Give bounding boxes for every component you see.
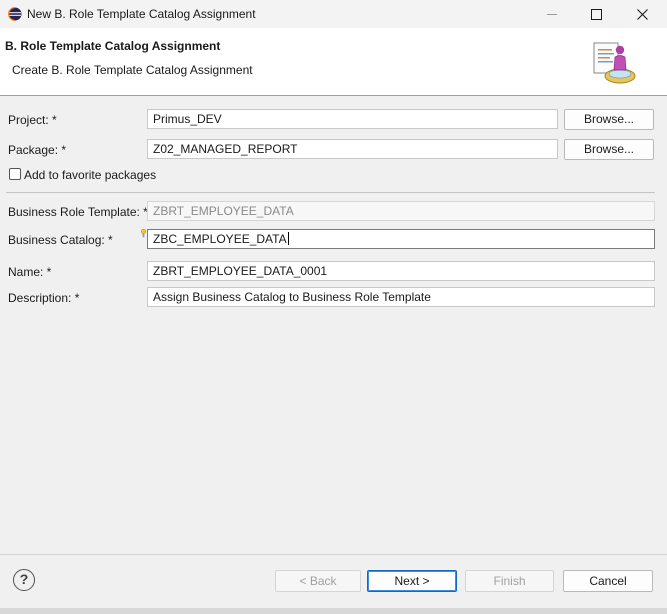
business-catalog-label: Business Catalog: *	[8, 233, 113, 247]
add-to-favorites-label[interactable]: Add to favorite packages	[24, 168, 156, 182]
minimize-button[interactable]	[529, 0, 575, 28]
role-template-field: ZBRT_EMPLOYEE_DATA	[147, 201, 655, 221]
text-cursor	[287, 232, 289, 245]
project-label: Project: *	[8, 113, 57, 127]
business-catalog-field[interactable]: ZBC_EMPLOYEE_DATA	[147, 229, 655, 249]
description-field[interactable]: Assign Business Catalog to Business Role…	[147, 287, 655, 307]
window-bottom-edge	[0, 608, 667, 614]
role-template-label: Business Role Template: *	[8, 205, 148, 219]
back-button[interactable]: < Back	[275, 570, 361, 592]
wizard-header: B. Role Template Catalog Assignment Crea…	[0, 28, 667, 96]
project-field[interactable]: Primus_DEV	[147, 109, 558, 129]
assignment-wizard-icon	[590, 40, 638, 86]
minimize-icon	[547, 14, 557, 15]
name-field[interactable]: ZBRT_EMPLOYEE_DATA_0001	[147, 261, 655, 281]
lightbulb-icon	[140, 227, 147, 238]
close-icon	[636, 8, 648, 20]
business-catalog-value: ZBC_EMPLOYEE_DATA	[153, 232, 287, 246]
add-to-favorites-checkbox[interactable]	[9, 168, 21, 180]
title-bar: New B. Role Template Catalog Assignment	[0, 0, 667, 28]
description-label: Description: *	[8, 291, 80, 305]
name-label: Name: *	[8, 265, 52, 279]
browse-project-button[interactable]: Browse...	[564, 109, 654, 130]
eclipse-icon	[7, 6, 22, 22]
next-button[interactable]: Next >	[367, 570, 457, 592]
browse-package-button[interactable]: Browse...	[564, 139, 654, 160]
finish-button[interactable]: Finish	[465, 570, 554, 592]
cancel-button[interactable]: Cancel	[563, 570, 653, 592]
help-icon[interactable]: ?	[13, 569, 35, 591]
window-title: New B. Role Template Catalog Assignment	[27, 7, 256, 21]
maximize-icon	[590, 8, 602, 20]
close-window-button[interactable]	[619, 0, 665, 28]
wizard-title: B. Role Template Catalog Assignment	[5, 39, 221, 53]
maximize-button[interactable]	[573, 0, 619, 28]
package-label: Package: *	[8, 143, 67, 157]
separator	[6, 192, 655, 193]
wizard-subtitle: Create B. Role Template Catalog Assignme…	[12, 63, 253, 77]
package-field[interactable]: Z02_MANAGED_REPORT	[147, 139, 558, 159]
footer-separator	[0, 554, 667, 555]
